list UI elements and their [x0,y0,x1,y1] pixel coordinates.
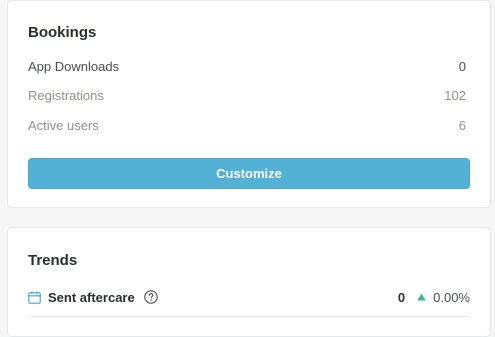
trend-count: 0 [397,289,406,305]
trends-card: Trends Sent aftercare 0 0.00% [7,227,491,337]
trends-title: Trends [28,252,78,269]
stat-row-app-downloads: App Downloads 0 [28,57,466,75]
trend-label: Sent aftercare [48,289,135,305]
divider [28,316,470,317]
calendar-icon [28,291,41,304]
stat-value: 102 [444,87,466,103]
trend-row-sent-aftercare: Sent aftercare 0 0.00% [28,287,470,307]
customize-button[interactable]: Customize [28,158,470,189]
trend-label-group: Sent aftercare [28,290,398,305]
stat-value: 6 [458,117,466,133]
stat-value: 0 [458,58,466,74]
bookings-card: Bookings App Downloads 0 Registrations 1… [7,0,491,208]
help-icon[interactable] [143,290,158,304]
trend-change: 0.00% [433,289,470,305]
trend-up-arrow-icon [417,293,426,301]
bookings-title: Bookings [28,24,97,41]
stat-row-registrations: Registrations 102 [28,86,466,104]
stat-label: Registrations [28,87,104,103]
stat-label: Active users [28,117,99,133]
stat-label: App Downloads [28,58,120,74]
stat-row-active-users: Active users 6 [28,116,466,134]
